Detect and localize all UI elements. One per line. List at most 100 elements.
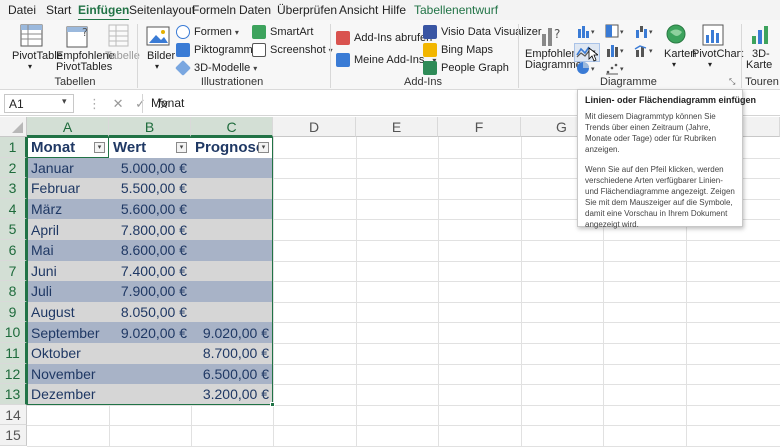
row-header-3[interactable]: 3 (0, 178, 27, 199)
statistic-chart-button[interactable]: ▾ (605, 43, 627, 60)
ribbon-insert: PivotTable ▾ ? Empfohlene PivotTables Ta… (0, 20, 780, 90)
tooltip-title: Linien- oder Flächendiagramm einfügen (585, 95, 757, 105)
row-header-12[interactable]: 12 (0, 363, 27, 385)
tab-5[interactable]: Daten (239, 3, 271, 17)
screenshot-button[interactable]: Screenshot▾ (252, 42, 333, 58)
pie-chart-button[interactable]: ▾ (576, 61, 598, 78)
group-separator (137, 24, 138, 88)
group-separator (518, 24, 519, 88)
row-header-13[interactable]: 13 (0, 384, 27, 405)
icons-button[interactable]: Piktogramme (176, 42, 259, 58)
image-icon (146, 26, 170, 46)
chevron-down-icon[interactable]: ▾ (708, 59, 712, 71)
excel-window: Datei Start Einfügen Seitenlayout Formeln Dat… (0, 0, 780, 447)
chevron-down-icon[interactable]: ▾ (155, 61, 159, 73)
my-addins-button[interactable]: Meine Add-Ins ▾ (336, 52, 436, 68)
column-header-a[interactable]: A (27, 117, 109, 137)
shapes-icon (176, 25, 190, 39)
group-separator (330, 24, 331, 88)
cancel-icon[interactable]: ✕ (113, 96, 124, 111)
tab-9[interactable]: Tabellenentwurf (414, 3, 498, 17)
row-header-9[interactable]: 9 (0, 301, 27, 323)
shapes-button[interactable]: Formen ▾ (176, 24, 239, 40)
row-header-10[interactable]: 10 (0, 322, 27, 343)
people-graph-button[interactable]: People Graph (423, 60, 509, 76)
mouse-pointer-icon (588, 47, 598, 62)
smartart-label: SmartArt (270, 26, 314, 38)
screenshot-icon (252, 43, 266, 57)
chevron-down-icon[interactable]: ▾ (672, 59, 676, 71)
column-header-d[interactable]: D (273, 117, 356, 137)
maps-button[interactable] (666, 24, 686, 49)
my-addins-label: Meine Add-Ins (354, 54, 425, 66)
select-all-corner[interactable] (0, 117, 27, 137)
svg-text:▾: ▾ (591, 66, 595, 73)
chevron-down-icon[interactable]: ▾ (28, 61, 32, 73)
column-chart-button[interactable]: ▾ (576, 24, 598, 41)
tab-2[interactable]: Einfügen (78, 3, 130, 21)
column-header-c[interactable]: C (191, 117, 273, 137)
table-button[interactable] (108, 24, 130, 53)
tab-8[interactable]: Hilfe (382, 3, 406, 17)
waterfall-chart-button[interactable]: ▾ (634, 24, 656, 41)
images-button[interactable] (146, 26, 170, 51)
svg-text:▾: ▾ (620, 29, 624, 36)
row-header-8[interactable]: 8 (0, 281, 27, 302)
table-icon (108, 24, 129, 47)
combo-chart-button[interactable]: ▾ (634, 43, 656, 60)
row-header-15[interactable]: 15 (0, 425, 27, 446)
dialog-launcher-icon[interactable]: ⤡ (729, 77, 735, 87)
bing-maps-button[interactable]: Bing Maps (423, 42, 493, 58)
recommended-pivottables-button[interactable]: ? (66, 24, 92, 53)
waterfall-chart-icon: ▾ (636, 26, 653, 38)
people-graph-icon (423, 61, 437, 75)
tours-group-label: Touren (745, 76, 779, 88)
row-header-2[interactable]: 2 (0, 157, 27, 179)
row-header-7[interactable]: 7 (0, 260, 27, 282)
addins-group-label: Add-Ins (404, 76, 442, 88)
3d-map-button[interactable] (750, 24, 770, 49)
column-header-e[interactable]: E (356, 117, 438, 137)
fill-handle[interactable] (270, 401, 275, 407)
svg-text:▾: ▾ (620, 66, 624, 73)
tab-0[interactable]: Datei (8, 3, 36, 17)
column-header-f[interactable]: F (438, 117, 521, 137)
3d-models-button[interactable]: 3D-Modelle ▾ (175, 60, 258, 76)
tab-4[interactable]: Formeln (192, 3, 236, 17)
chevron-down-icon[interactable]: ▾ (62, 96, 67, 107)
row-header-14[interactable]: 14 (0, 404, 27, 426)
get-addins-label: Add-Ins abrufen (354, 32, 433, 44)
recommended-charts-icon: ? (542, 27, 560, 46)
globe-icon (666, 24, 686, 44)
addins-icon (336, 53, 350, 67)
screenshot-label: Screenshot (270, 44, 326, 56)
pictograms-icon (176, 43, 190, 57)
get-addins-button[interactable]: Add-Ins abrufen (336, 30, 432, 46)
tab-6[interactable]: Überprüfen (277, 3, 337, 17)
pie-chart-icon: ▾ (577, 62, 595, 74)
smartart-button[interactable]: SmartArt (252, 24, 313, 40)
store-icon (336, 31, 350, 45)
hierarchy-chart-button[interactable]: ▾ (605, 24, 627, 41)
group-separator (741, 24, 742, 88)
svg-text:▾: ▾ (591, 29, 595, 36)
row-header-4[interactable]: 4 (0, 198, 27, 220)
pivotchart-button[interactable] (702, 24, 724, 49)
svg-text:▾: ▾ (649, 48, 653, 55)
tab-7[interactable]: Ansicht (339, 3, 378, 17)
chevron-down-icon: ▾ (253, 63, 258, 73)
row-header-1[interactable]: 1 (0, 137, 27, 158)
row-header-6[interactable]: 6 (0, 240, 27, 261)
svg-text:▾: ▾ (649, 29, 653, 36)
pivottable-button[interactable] (20, 24, 44, 53)
icons-label: Piktogramme (194, 44, 259, 56)
tooltip-text-2: Wenn Sie auf den Pfeil klicken, werden v… (585, 165, 735, 229)
tab-1[interactable]: Start (46, 3, 71, 17)
row-header-5[interactable]: 5 (0, 219, 27, 240)
visio-button[interactable]: Visio Data Visualizer (423, 24, 541, 40)
row-header-11[interactable]: 11 (0, 343, 27, 364)
column-header-b[interactable]: B (109, 117, 191, 137)
recommended-charts-button[interactable]: ? (540, 24, 564, 51)
tab-3[interactable]: Seitenlayout (129, 3, 195, 17)
smartart-icon (252, 25, 266, 39)
